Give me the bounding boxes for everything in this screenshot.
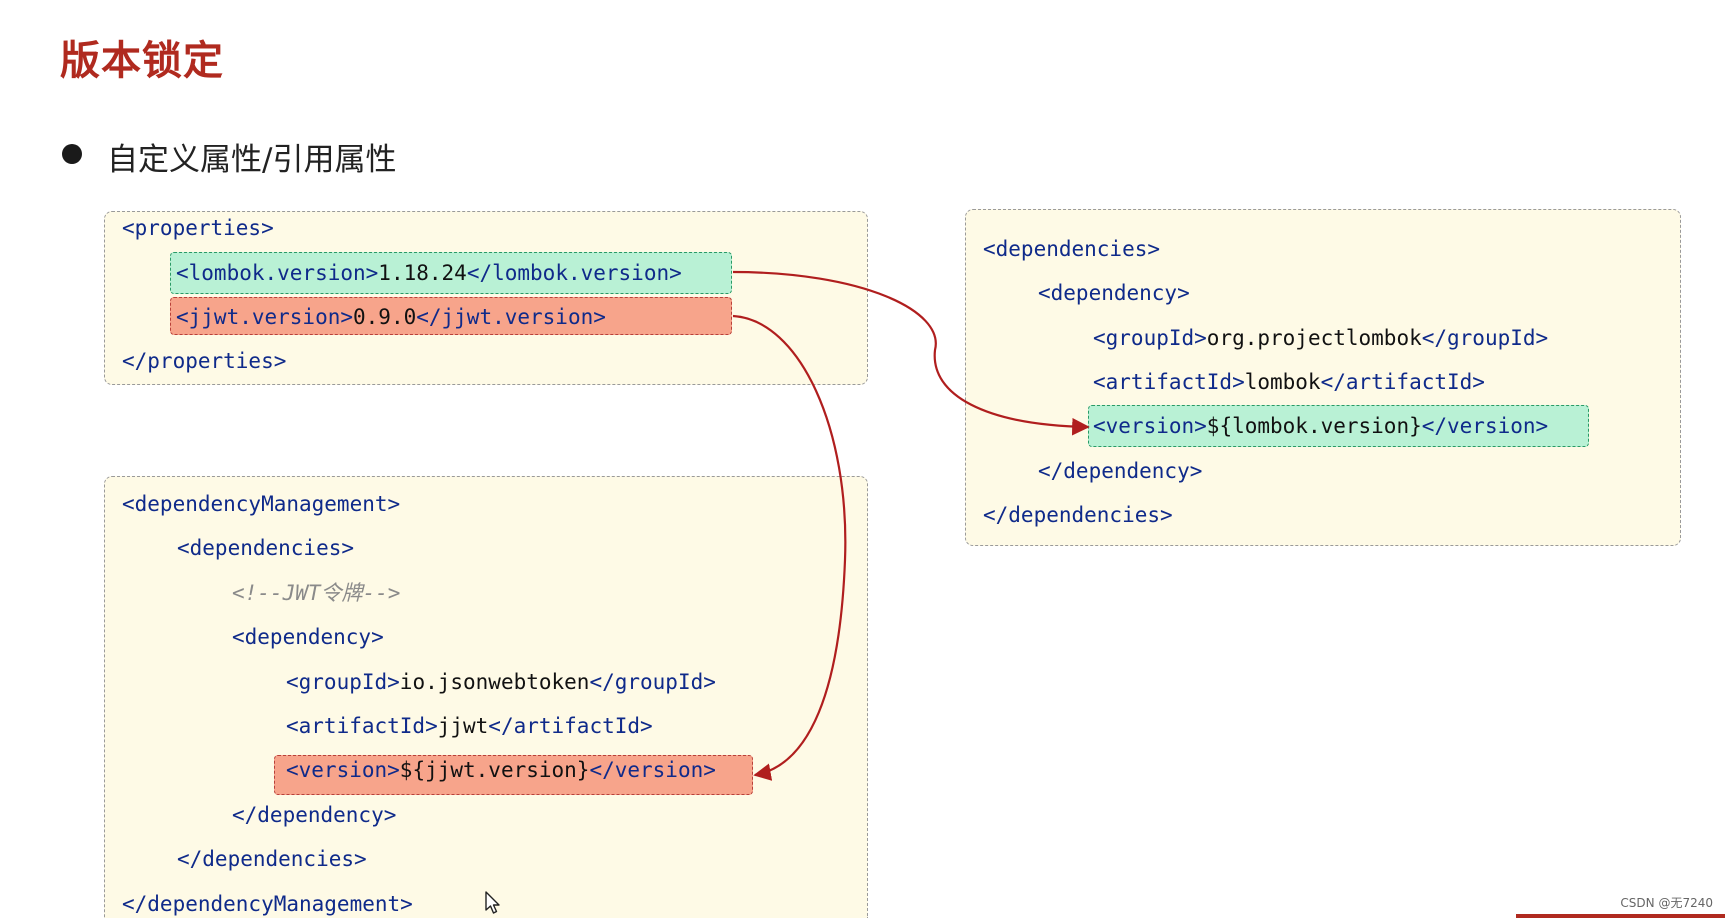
code-value: lombok xyxy=(1244,369,1321,394)
code-line: <version>${jjwt.version}</version> xyxy=(286,755,716,785)
code-open-tag: <lombok.version> xyxy=(176,261,379,285)
mouse-pointer-icon xyxy=(484,891,502,919)
code-line: <artifactId>lombok</artifactId> xyxy=(1093,367,1485,397)
code-tag: <dependencyManagement> xyxy=(122,492,401,516)
code-line: </dependencies> xyxy=(983,500,1173,530)
code-line: </dependencies> xyxy=(177,844,367,874)
jjwt-version-line: <jjwt.version>0.9.0</jjwt.version> xyxy=(176,302,606,332)
code-value: ${lombok.version} xyxy=(1206,414,1422,439)
code-open-tag: <groupId> xyxy=(286,669,400,694)
bullet-heading: 自定义属性/引用属性 xyxy=(107,142,397,178)
code-value: jjwt xyxy=(437,714,489,738)
watermark: CSDN @无7240 xyxy=(1620,896,1713,910)
code-close-tag: </lombok.version> xyxy=(466,261,682,285)
code-line: </dependencyManagement> xyxy=(122,889,413,919)
code-line: <!--JWT令牌--> xyxy=(232,578,400,608)
code-line: </dependency> xyxy=(232,800,396,830)
code-tag: </dependencies> xyxy=(177,847,367,872)
code-close-tag: </groupId> xyxy=(589,669,716,694)
code-line: <groupId>io.jsonwebtoken</groupId> xyxy=(286,667,716,697)
code-line: <groupId>org.projectlombok</groupId> xyxy=(1093,323,1548,353)
code-close-tag: </groupId> xyxy=(1421,325,1549,350)
code-tag: </dependency> xyxy=(1038,458,1203,483)
code-tag: </dependency> xyxy=(232,802,397,827)
code-close-tag: </artifactId> xyxy=(488,714,653,738)
code-open-tag: <version> xyxy=(286,758,400,783)
code-close-tag: </jjwt.version> xyxy=(416,305,606,329)
code-tag: <dependency> xyxy=(232,625,384,650)
slide-title: 版本锁定 xyxy=(60,38,224,84)
code-open-tag: <groupId> xyxy=(1093,325,1207,350)
code-line: <version>${lombok.version}</version> xyxy=(1093,411,1548,441)
code-value: 1.18.24 xyxy=(378,261,467,285)
code-value: io.jsonwebtoken xyxy=(399,669,590,694)
code-tag: <dependencies> xyxy=(983,237,1161,261)
code-open-tag: <jjwt.version> xyxy=(176,305,354,329)
code-value: ${jjwt.version} xyxy=(399,758,590,783)
code-close-tag: </version> xyxy=(589,758,716,783)
code-open-tag: <artifactId> xyxy=(286,714,438,738)
code-line: <dependencies> xyxy=(177,533,354,563)
code-line: <artifactId>jjwt</artifactId> xyxy=(286,711,653,741)
code-close-tag: </version> xyxy=(1421,414,1549,439)
code-line: <dependency> xyxy=(1038,278,1190,308)
footer-accent-bar xyxy=(1516,914,1725,918)
properties-close-tag: </properties> xyxy=(122,349,287,373)
code-line: <dependencies> xyxy=(983,234,1160,264)
code-tag: </dependencies> xyxy=(983,502,1173,527)
code-tag: </dependencyManagement> xyxy=(122,891,413,916)
bullet-dot xyxy=(62,144,82,164)
code-line: <dependencyManagement> xyxy=(122,489,400,519)
code-value: org.projectlombok xyxy=(1206,325,1422,350)
code-tag: <dependency> xyxy=(1038,281,1190,306)
code-value: 0.9.0 xyxy=(353,305,417,329)
code-comment: <!--JWT令牌--> xyxy=(232,580,401,605)
code-tag: <dependencies> xyxy=(177,536,355,561)
code-line: <dependency> xyxy=(232,622,384,652)
code-close-tag: </artifactId> xyxy=(1320,369,1485,394)
code-open-tag: <artifactId> xyxy=(1093,369,1245,394)
lombok-version-line: <lombok.version>1.18.24</lombok.version> xyxy=(176,258,682,288)
properties-open-tag: <properties> xyxy=(122,216,274,240)
code-line: </dependency> xyxy=(1038,456,1202,486)
code-open-tag: <version> xyxy=(1093,414,1207,439)
